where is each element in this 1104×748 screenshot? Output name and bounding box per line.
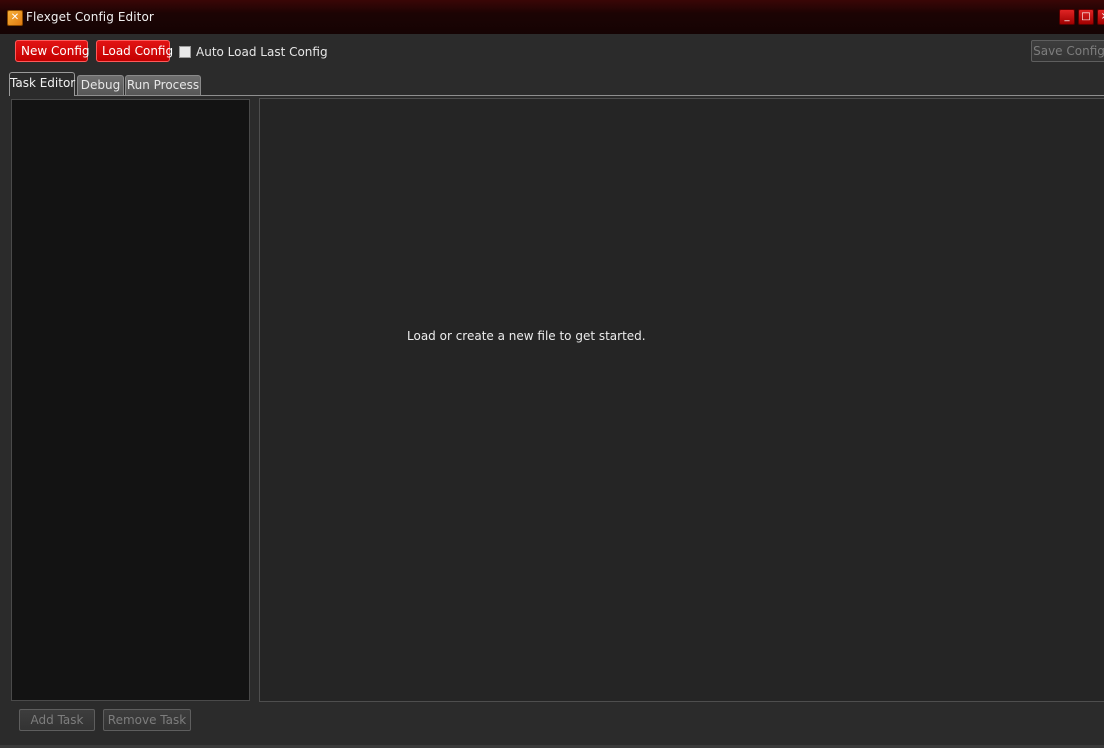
tab-divider [75,95,1104,96]
minimize-button[interactable]: _ [1059,9,1075,25]
maximize-button[interactable]: □ [1078,9,1094,25]
remove-task-button[interactable]: Remove Task [103,709,191,731]
task-list[interactable] [11,99,250,701]
window-title: Flexget Config Editor [26,10,154,24]
auto-load-label[interactable]: Auto Load Last Config [196,45,328,59]
auto-load-checkbox[interactable] [179,46,191,58]
new-config-button[interactable]: New Config [15,40,90,62]
tab-task-editor[interactable]: Task Editor [9,72,75,96]
main-window: ✕ Flexget Config Editor _ □ × New Config… [0,0,1104,748]
flexget-icon: ✕ [7,10,23,26]
tab-run-process[interactable]: Run Process [125,75,201,95]
toolbar: New Config Load Config Auto Load Last Co… [0,34,1104,72]
title-bar[interactable]: ✕ Flexget Config Editor _ □ × [0,0,1104,35]
load-config-button[interactable]: Load Config [96,40,173,62]
tab-bar: Task Editor Debug Run Process [0,72,1104,96]
task-editor-pane[interactable] [259,98,1104,702]
tab-debug[interactable]: Debug [77,75,124,95]
add-task-button[interactable]: Add Task [19,709,95,731]
close-button[interactable]: × [1097,9,1104,25]
save-config-button[interactable]: Save Config [1031,40,1104,62]
editor-placeholder-message: Load or create a new file to get started… [407,329,646,343]
